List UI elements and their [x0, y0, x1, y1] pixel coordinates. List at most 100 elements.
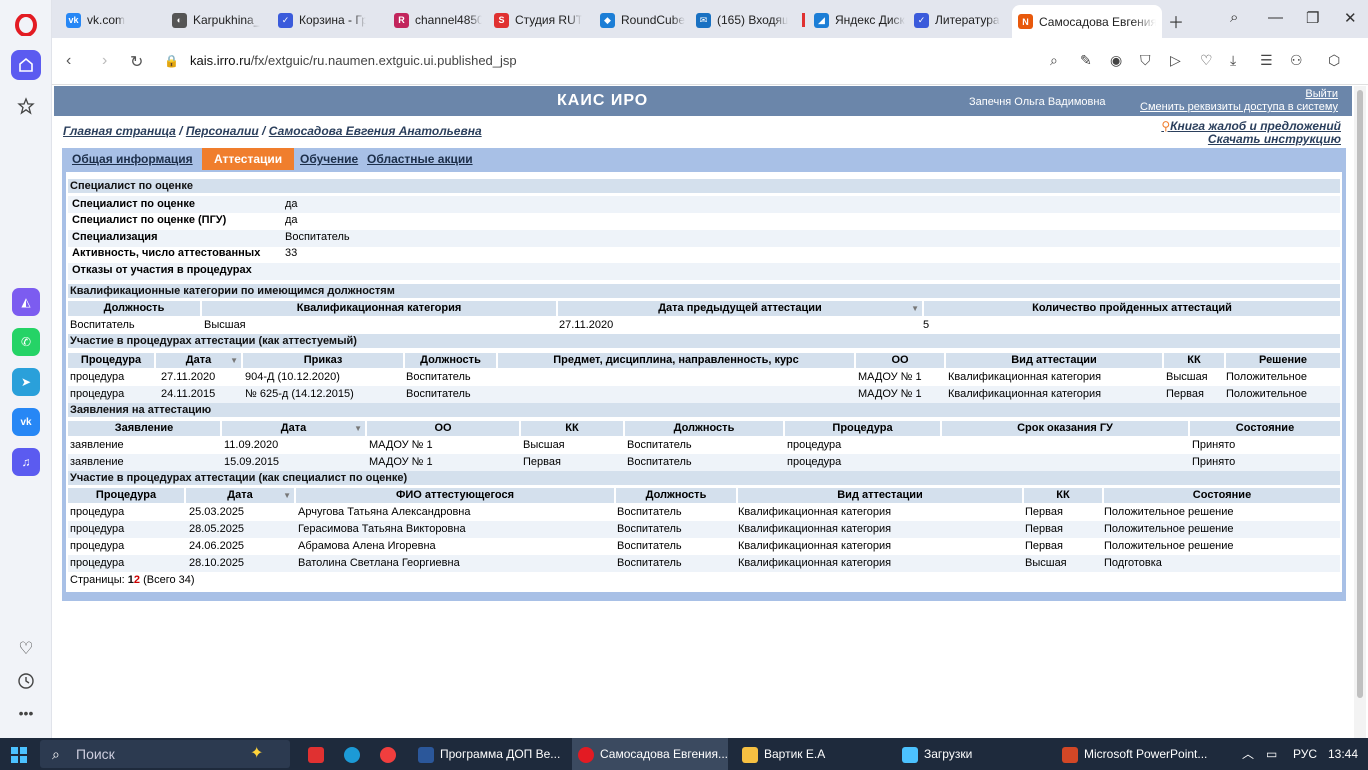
send-icon[interactable]: ▷	[1170, 52, 1181, 69]
aria-icon[interactable]: ◭	[12, 288, 40, 316]
breadcrumb: Главная страница / Персоналии / Самосадо…	[63, 124, 482, 138]
language-indicator[interactable]: РУС	[1293, 738, 1317, 770]
clock[interactable]: 13:44	[1328, 738, 1358, 770]
section-qual-title: Квалификационные категории по имеющимся …	[68, 284, 1340, 298]
breadcrumb-person[interactable]: Самосадова Евгения Анатольевна	[269, 124, 482, 138]
home-icon[interactable]	[11, 50, 41, 80]
tab-active[interactable]: N Самосадова Евгения	[1012, 5, 1162, 38]
minimize-icon[interactable]: —	[1268, 9, 1283, 26]
url-field[interactable]: kais.irro.ru/fx/extguic/ru.naumen.extgui…	[190, 53, 517, 68]
close-icon[interactable]: ✕	[1344, 9, 1357, 27]
network-icon[interactable]: ▭	[1266, 738, 1277, 770]
tab-6[interactable]: ✉ (165) Входящ	[690, 7, 794, 33]
tab-favicon-icon: ✉	[696, 12, 711, 28]
tab-0[interactable]: vk vk.com	[60, 7, 160, 33]
reload-icon[interactable]: ↻	[130, 52, 143, 72]
site-header: КАИС ИРО Запечня Ольга Вадимовна Выйти С…	[54, 86, 1352, 116]
kv-row: Активность, число аттестованных 33	[72, 247, 298, 259]
table-row: процедура 24.11.2015 № 625-д (14.12.2015…	[68, 386, 1340, 403]
taskbar-item-downloads[interactable]: Загрузки	[896, 738, 1046, 770]
shield-icon[interactable]: ⛉	[1140, 52, 1151, 69]
telegram-icon[interactable]: ➤	[12, 368, 40, 396]
folder-icon	[742, 746, 758, 763]
scrollbar-thumb[interactable]	[1357, 90, 1363, 698]
camera-icon[interactable]: ◉	[1110, 52, 1122, 69]
table-row: процедура 24.06.2025 Абрамова Алена Игор…	[70, 540, 1234, 552]
sort-icon: ▼	[230, 356, 238, 365]
section-specialist-title: Специалист по оценке	[68, 179, 1340, 193]
edit-icon[interactable]: ✎	[1080, 52, 1092, 69]
tab-search-icon[interactable]: ⌕	[1230, 9, 1238, 26]
edge-icon[interactable]	[344, 738, 360, 770]
bookmarks-icon[interactable]	[11, 91, 41, 121]
tray-chevron-icon[interactable]: ︿	[1242, 738, 1254, 770]
breadcrumb-home[interactable]: Главная страница	[63, 124, 176, 138]
restore-icon[interactable]: ❐	[1306, 9, 1319, 27]
tab-favicon-icon: R	[394, 12, 409, 28]
taskbar-item-powerpoint[interactable]: Microsoft PowerPoint...	[1056, 738, 1216, 770]
tab-4[interactable]: SСтудия RUTU	[488, 7, 588, 33]
tab-3[interactable]: Rchannel4850	[388, 7, 488, 33]
table-row: Воспитатель Высшая 27.11.2020 5	[70, 319, 930, 331]
table-row: процедура 25.03.2025 Арчугова Татьяна Ал…	[70, 506, 1234, 518]
player-icon[interactable]: ♫	[12, 448, 40, 476]
taskbar-item-folder[interactable]: Вартик Е.А	[736, 738, 886, 770]
sort-icon: ▼	[911, 304, 919, 313]
new-tab-icon[interactable]: ＋	[1168, 9, 1184, 33]
vk-icon[interactable]: vk	[12, 408, 40, 436]
kv-row: Отказы от участия в процедурах	[68, 263, 1340, 280]
windows-start-icon[interactable]	[10, 738, 30, 770]
tab-attestations[interactable]: Аттестации	[202, 148, 295, 170]
tab-strip: vkvk.com ◐Karpukhina_K ✓Корзина - Гр Rch…	[52, 0, 1368, 38]
extensions-icon[interactable]: ⬡	[1328, 52, 1340, 69]
kv-row: Специализация Воспитатель	[68, 230, 1340, 247]
back-icon[interactable]: ‹	[66, 52, 71, 70]
section-applications-title: Заявления на аттестацию	[68, 403, 1340, 417]
more-icon[interactable]: •••	[11, 698, 41, 728]
tab-training[interactable]: Обучение	[300, 148, 358, 170]
tab-7[interactable]: ◢ Яндекс Диск	[808, 7, 912, 33]
copilot-icon[interactable]: ✦	[250, 738, 263, 770]
heart-icon[interactable]: ♡	[1200, 52, 1213, 69]
tab-general-info[interactable]: Общая информация	[72, 148, 193, 170]
history-icon[interactable]	[11, 666, 41, 696]
complaints-link[interactable]: ⚲Книга жалоб и предложений	[1161, 119, 1341, 133]
change-credentials-link[interactable]: Сменить реквизиты доступа в систему	[1140, 101, 1338, 113]
tab-8[interactable]: ✓ Литература	[908, 7, 1008, 33]
breadcrumb-personnel[interactable]: Персоналии	[186, 124, 259, 138]
taskbar-item-word[interactable]: Программа ДОП Ве...	[412, 738, 564, 770]
table-row: процедура 28.10.2025 Ватолина Светлана Г…	[68, 555, 1340, 572]
section-attestee-title: Участие в процедурах аттестации (как атт…	[68, 334, 1340, 348]
tab-1[interactable]: ◐Karpukhina_K	[166, 7, 266, 33]
opera-icon	[578, 746, 594, 763]
windows-taskbar: Поиск ⌕ ✦ Программа ДОП Ве... Самосадова…	[0, 738, 1368, 770]
page-2-link[interactable]: 2	[134, 574, 140, 586]
tab-2[interactable]: ✓ Корзина - Гр	[272, 7, 372, 33]
whatsapp-icon[interactable]: ✆	[12, 328, 40, 356]
sort-icon: ▼	[283, 491, 291, 500]
tab-regional-events[interactable]: Областные акции	[367, 148, 473, 170]
yandex-browser-icon[interactable]	[380, 738, 396, 770]
opera-logo-icon[interactable]	[11, 10, 41, 40]
site-title: КАИС ИРО	[557, 92, 649, 109]
kv-row: Специалист по оценке (ПГУ) да	[72, 214, 298, 226]
attestation-panel: Общая информация Аттестации Обучение Обл…	[62, 148, 1346, 601]
forward-icon[interactable]: ›	[102, 52, 107, 70]
heart-icon[interactable]: ♡	[11, 634, 41, 664]
vertical-scrollbar[interactable]	[1354, 86, 1366, 738]
profile-icon[interactable]: ⚇	[1290, 52, 1303, 69]
tab-favicon-icon: ◐	[172, 12, 187, 28]
page-content: КАИС ИРО Запечня Ольга Вадимовна Выйти С…	[54, 86, 1352, 738]
yandex-icon[interactable]	[308, 738, 324, 770]
tab-favicon-icon: ◆	[600, 12, 615, 28]
current-user: Запечня Ольга Вадимовна	[969, 96, 1106, 108]
table-row: процедура 28.05.2025 Герасимова Татьяна …	[68, 521, 1340, 538]
search-icon[interactable]: ⌕	[1050, 52, 1058, 69]
taskbar-item-opera[interactable]: Самосадова Евгения...	[572, 738, 728, 770]
logout-link[interactable]: Выйти	[1305, 88, 1338, 100]
tab-5[interactable]: ◆ RoundCube	[594, 7, 694, 33]
lock-icon[interactable]: 🔒	[164, 54, 179, 68]
instructions-link[interactable]: Скачать инструкцию	[1208, 132, 1341, 146]
menu-icon[interactable]: ☰	[1260, 52, 1273, 69]
download-icon[interactable]: ⤓	[1230, 52, 1236, 69]
